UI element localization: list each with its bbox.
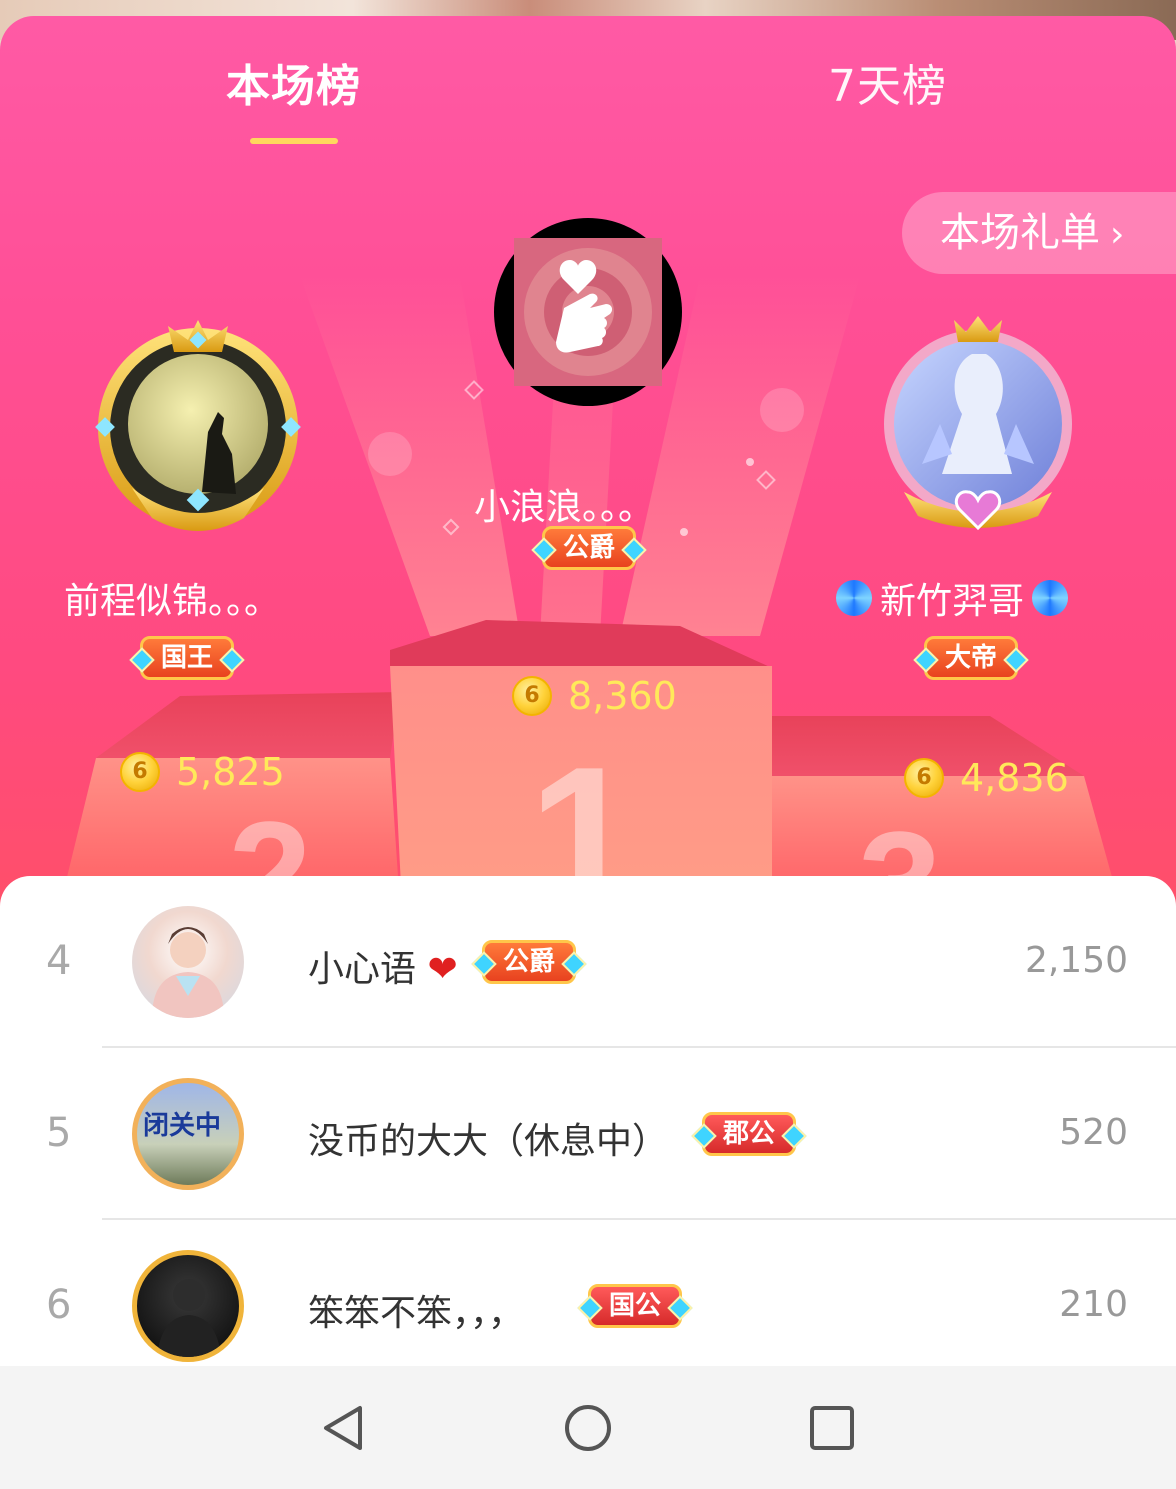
first-place-score-value: 8,360	[568, 674, 677, 718]
third-place-name-text: 新竹羿哥	[880, 581, 1025, 622]
tab-seven-day[interactable]: 7天榜	[828, 50, 947, 114]
chevron-right-icon: ›	[1110, 214, 1125, 255]
recents-icon[interactable]	[806, 1402, 858, 1454]
home-icon[interactable]	[562, 1402, 614, 1454]
avatar[interactable]	[132, 906, 244, 1018]
rank-badge: 国公	[588, 1284, 683, 1328]
first-place-rank-badge: 公爵	[542, 526, 637, 570]
coin-icon: 6	[120, 752, 160, 792]
second-place-rank-badge: 国王	[140, 636, 235, 680]
user-name: 小心语 ❤	[308, 940, 458, 992]
avatar[interactable]: 闭关中	[132, 1078, 244, 1190]
wolf-moon-avatar	[95, 320, 301, 531]
rank-number: 4	[46, 938, 72, 984]
first-place-avatar[interactable]	[494, 218, 682, 406]
list-item[interactable]: 5 闭关中 没币的大大（休息中） 郡公 520	[0, 1048, 1176, 1220]
rank-number: 5	[46, 1110, 72, 1156]
user-name-text: 小心语	[308, 949, 417, 990]
swirl-icon	[836, 580, 872, 616]
coin-icon: 6	[512, 676, 552, 716]
red-heart-icon: ❤	[427, 949, 458, 990]
tab-current-session[interactable]: 本场榜	[226, 50, 361, 114]
third-place-score-value: 4,836	[960, 756, 1069, 800]
score: 2,150	[1024, 940, 1128, 981]
user-name: 笨笨不笨，，，	[308, 1293, 525, 1334]
second-place-score-value: 5,825	[176, 750, 285, 794]
coin-icon: 6	[904, 758, 944, 798]
second-place-name: 前程似锦。。。	[64, 581, 281, 622]
second-place-avatar[interactable]	[92, 312, 304, 542]
third-place-avatar[interactable]	[880, 314, 1076, 532]
system-nav-bar	[0, 1366, 1176, 1489]
rank-badge: 公爵	[482, 940, 577, 984]
second-place-score: 6 5,825	[120, 750, 285, 794]
gift-list-button[interactable]: 本场礼单 ›	[902, 192, 1176, 274]
rank-number: 6	[46, 1282, 72, 1328]
ice-warrior-avatar	[884, 316, 1072, 531]
gift-list-label: 本场礼单	[940, 210, 1100, 256]
third-place-score: 6 4,836	[904, 756, 1069, 800]
user-photo	[152, 927, 224, 1018]
tab-bar: 本场榜 7天榜	[0, 50, 1176, 150]
leaderboard-panel: 1 2 3 本场榜 7天榜 本场礼单 › 小浪浪。。。 公爵 6 8,360 前…	[0, 16, 1176, 1489]
third-place-rank-badge: 大帝	[924, 636, 1019, 680]
score: 210	[1059, 1284, 1128, 1325]
rank-badge: 郡公	[702, 1112, 797, 1156]
heart-hand-icon	[514, 238, 662, 386]
tab-active-indicator	[250, 138, 338, 144]
user-name: 没币的大大（休息中）	[308, 1121, 669, 1162]
third-place-name: 新竹羿哥	[836, 572, 1069, 624]
soldier-photo	[157, 1279, 221, 1357]
score: 520	[1059, 1112, 1128, 1153]
avatar[interactable]	[132, 1250, 244, 1362]
avatar-status-text: 闭关中	[143, 1111, 222, 1141]
swirl-icon	[1032, 580, 1069, 616]
back-icon[interactable]	[318, 1402, 370, 1454]
list-item[interactable]: 4 小心语 ❤ 公爵 2,150	[0, 876, 1176, 1048]
first-place-score: 6 8,360	[512, 674, 677, 718]
first-place-name: 小浪浪。。。	[474, 487, 655, 528]
